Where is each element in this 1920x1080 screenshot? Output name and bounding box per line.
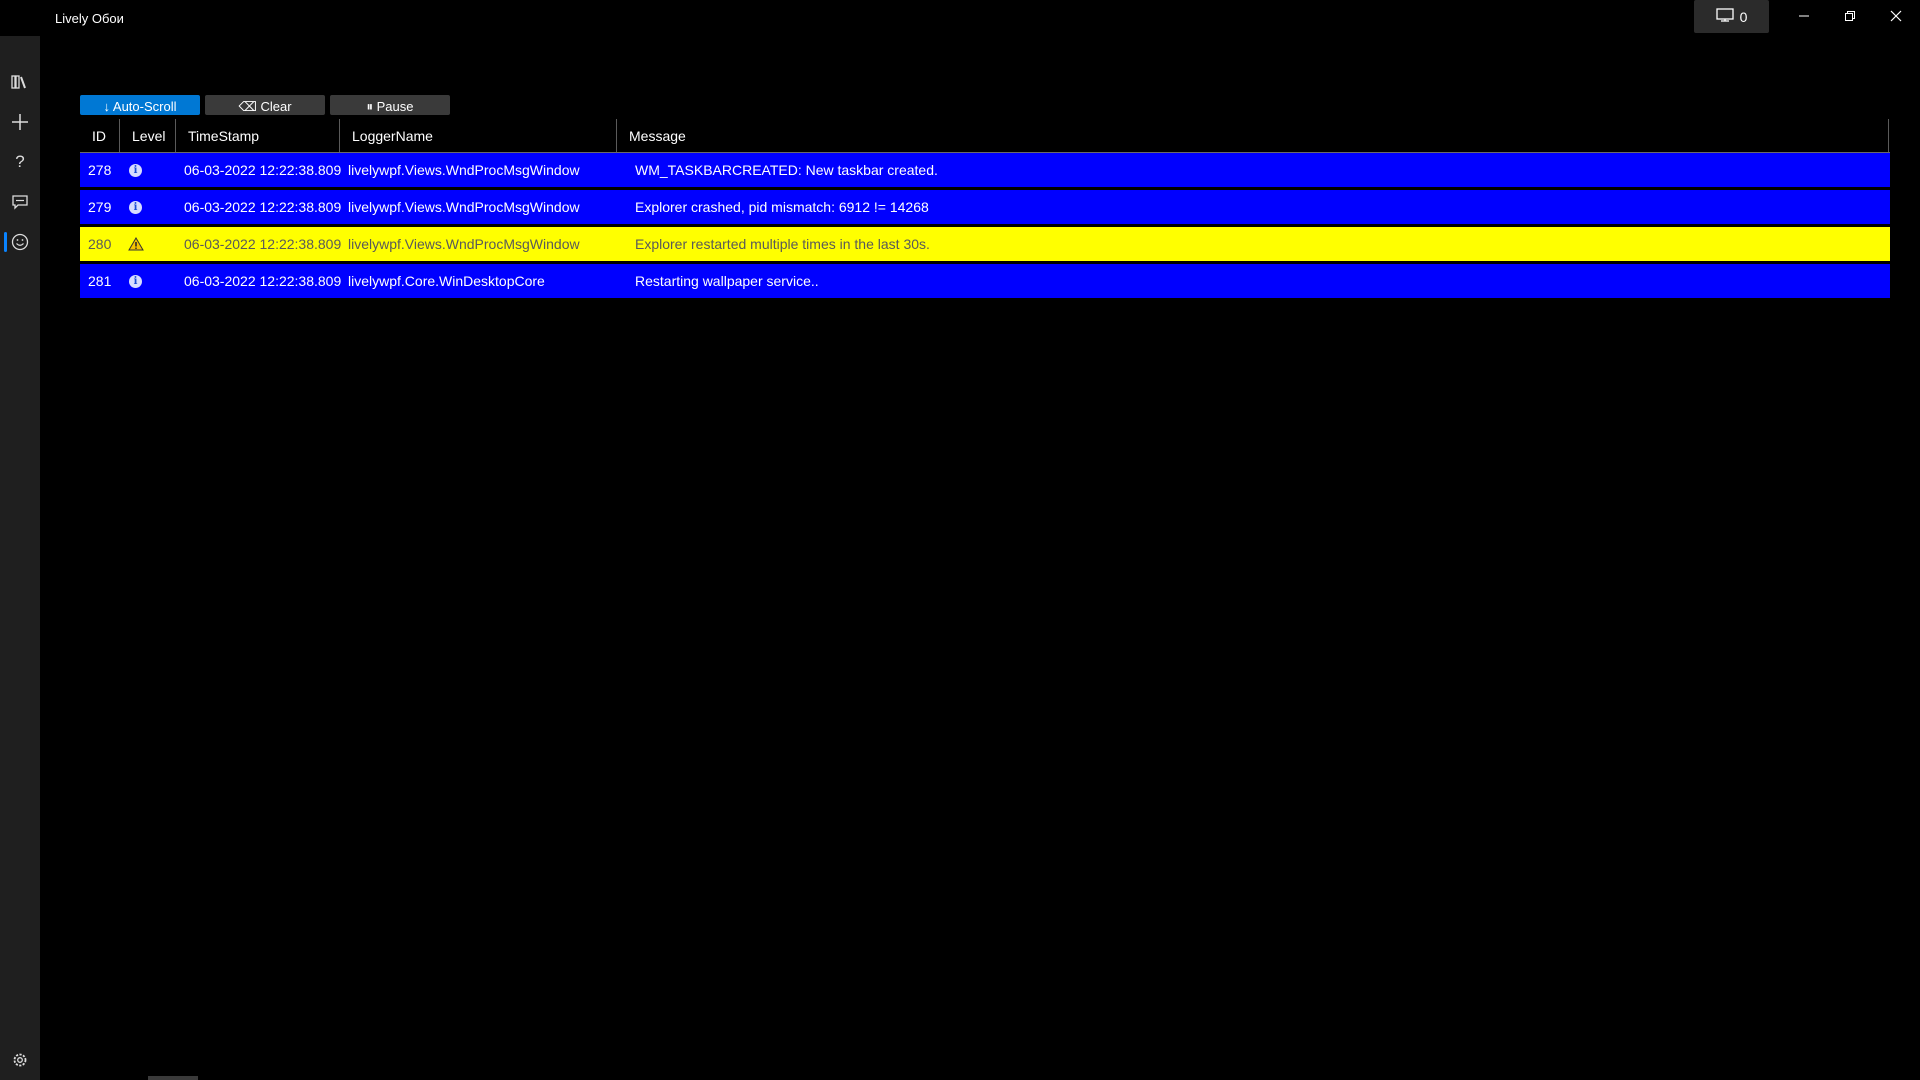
header-timestamp[interactable]: TimeStamp bbox=[188, 119, 259, 152]
chat-icon bbox=[12, 195, 28, 210]
info-icon: i bbox=[129, 274, 142, 288]
smiley-icon bbox=[11, 233, 29, 251]
header-level[interactable]: Level bbox=[132, 119, 165, 152]
question-icon: ? bbox=[15, 152, 25, 171]
minimize-button[interactable] bbox=[1781, 0, 1827, 32]
row-id: 278 bbox=[88, 162, 112, 178]
row-logger-name: livelywpf.Views.WndProcMsgWindow bbox=[348, 236, 580, 252]
row-id: 280 bbox=[88, 236, 112, 252]
row-logger-name: livelywpf.Core.WinDesktopCore bbox=[348, 273, 545, 289]
header-id[interactable]: ID bbox=[92, 119, 106, 152]
row-message: WM_TASKBARCREATED: New taskbar created. bbox=[635, 162, 938, 178]
minimize-icon bbox=[1799, 15, 1809, 17]
log-row[interactable]: 278 i 06-03-2022 12:22:38.809 livelywpf.… bbox=[80, 153, 1890, 187]
column-divider[interactable] bbox=[339, 119, 340, 152]
app-title: Lively Обои bbox=[55, 11, 124, 26]
monitor-icon bbox=[1715, 8, 1734, 25]
scroll-indicator bbox=[148, 1076, 198, 1080]
info-icon: i bbox=[129, 200, 142, 214]
row-id: 279 bbox=[88, 199, 112, 215]
row-timestamp: 06-03-2022 12:22:38.809 bbox=[184, 273, 342, 289]
header-message[interactable]: Message bbox=[629, 119, 686, 152]
row-timestamp: 06-03-2022 12:22:38.809 bbox=[184, 162, 342, 178]
row-level: i bbox=[129, 153, 142, 187]
auto-scroll-button[interactable]: ↓ Auto-Scroll bbox=[80, 95, 200, 115]
log-grid: ID Level TimeStamp LoggerName Message 27… bbox=[80, 119, 1890, 298]
row-id: 281 bbox=[88, 273, 112, 289]
sidebar: ? bbox=[0, 36, 40, 1080]
row-message: Explorer crashed, pid mismatch: 6912 != … bbox=[635, 199, 929, 215]
column-divider[interactable] bbox=[119, 119, 120, 152]
sidebar-item-library[interactable] bbox=[0, 64, 40, 100]
sidebar-item-help[interactable]: ? bbox=[0, 144, 40, 180]
close-button[interactable] bbox=[1873, 0, 1919, 32]
sidebar-item-debug[interactable] bbox=[0, 224, 40, 260]
log-row[interactable]: 279 i 06-03-2022 12:22:38.809 livelywpf.… bbox=[80, 190, 1890, 224]
row-timestamp: 06-03-2022 12:22:38.809 bbox=[184, 199, 342, 215]
log-row[interactable]: 280 06-03-2022 12:22:38.809 livelywpf.Vi… bbox=[80, 227, 1890, 261]
pause-button[interactable]: ⏸ Pause bbox=[330, 95, 450, 115]
restore-button[interactable] bbox=[1827, 0, 1873, 32]
monitor-count: 0 bbox=[1739, 8, 1748, 25]
grid-header: ID Level TimeStamp LoggerName Message bbox=[80, 119, 1890, 153]
close-icon bbox=[1890, 10, 1902, 22]
row-level: i bbox=[129, 190, 142, 224]
log-row[interactable]: 281 i 06-03-2022 12:22:38.809 livelywpf.… bbox=[80, 264, 1890, 298]
row-message: Restarting wallpaper service.. bbox=[635, 273, 819, 289]
row-message: Explorer restarted multiple times in the… bbox=[635, 236, 930, 252]
row-logger-name: livelywpf.Views.WndProcMsgWindow bbox=[348, 162, 580, 178]
plus-icon bbox=[12, 114, 28, 130]
restore-icon bbox=[1845, 11, 1855, 21]
row-level: i bbox=[129, 264, 142, 298]
warning-icon bbox=[128, 237, 144, 251]
gear-icon bbox=[13, 1053, 27, 1067]
title-bar: Lively Обои 0 bbox=[0, 0, 1920, 36]
library-icon bbox=[11, 75, 26, 89]
clear-button[interactable]: ⌫ Clear bbox=[205, 95, 325, 115]
monitor-selector-button[interactable]: 0 bbox=[1694, 0, 1769, 33]
sidebar-item-add[interactable] bbox=[0, 104, 40, 140]
row-timestamp: 06-03-2022 12:22:38.809 bbox=[184, 236, 342, 252]
column-divider bbox=[1888, 119, 1889, 152]
column-divider[interactable] bbox=[175, 119, 176, 152]
header-logger-name[interactable]: LoggerName bbox=[352, 119, 433, 152]
row-level bbox=[128, 227, 144, 261]
column-divider[interactable] bbox=[616, 119, 617, 152]
sidebar-item-feedback[interactable] bbox=[0, 184, 40, 220]
sidebar-item-settings[interactable] bbox=[0, 1042, 40, 1078]
row-logger-name: livelywpf.Views.WndProcMsgWindow bbox=[348, 199, 580, 215]
info-icon: i bbox=[129, 163, 142, 177]
